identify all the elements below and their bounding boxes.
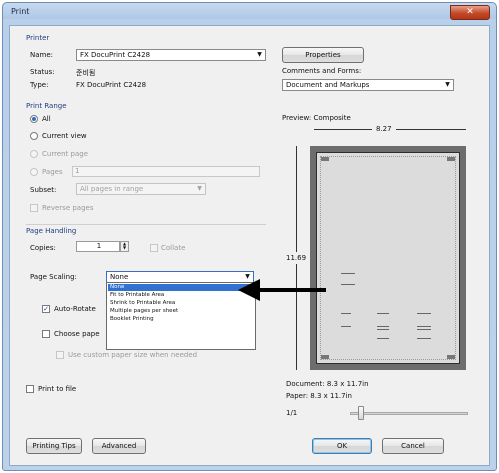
reverse-pages-label: Reverse pages — [42, 204, 94, 212]
radio-all[interactable] — [30, 115, 38, 123]
registration-mark — [447, 355, 455, 359]
copies-label: Copies: — [30, 244, 56, 252]
preview-pane — [310, 146, 466, 370]
page-scaling-value: None — [110, 273, 129, 281]
scaling-option-shrink[interactable]: Shrink to Printable Area — [108, 300, 254, 307]
annotation-arrow-icon — [238, 279, 326, 301]
auto-rotate-label: Auto-Rotate — [54, 305, 96, 313]
page-handling-group-label: Page Handling — [26, 227, 77, 235]
preview-page — [316, 152, 460, 364]
chevron-down-icon: ▼ — [445, 81, 450, 88]
page-content-block — [341, 273, 355, 285]
printer-name-value: FX DocuPrint C2428 — [80, 51, 151, 59]
comments-forms-value: Document and Markups — [286, 81, 370, 89]
page-slider-thumb[interactable] — [358, 406, 364, 420]
advanced-button[interactable]: Advanced — [92, 438, 146, 454]
scaling-option-fit[interactable]: Fit to Printable Area — [108, 292, 254, 299]
subset-select[interactable]: All pages in range ▼ — [76, 183, 206, 195]
collate-checkbox[interactable] — [150, 244, 158, 252]
copies-input[interactable]: 1 — [76, 241, 120, 252]
cancel-button[interactable]: Cancel — [382, 438, 444, 454]
printer-type-label: Type: — [30, 81, 49, 89]
paper-size: Paper: 8.3 x 11.7in — [286, 392, 352, 400]
scaling-option-multiple[interactable]: Multiple pages per sheet — [108, 308, 254, 315]
collate-label: Collate — [161, 244, 186, 252]
title-bar: Print ✕ — [3, 3, 496, 21]
radio-current-page[interactable] — [30, 150, 38, 158]
printer-group-label: Printer — [26, 34, 50, 42]
page-content-block — [377, 329, 389, 339]
subset-value: All pages in range — [80, 185, 144, 193]
properties-button[interactable]: Properties — [282, 47, 364, 63]
page-content-block — [341, 313, 351, 327]
print-dialog: Print ✕ Printer Name: FX DocuPrint C2428… — [2, 2, 497, 471]
printing-tips-button[interactable]: Printing Tips — [26, 438, 82, 454]
printer-name-label: Name: — [30, 51, 54, 59]
subset-label: Subset: — [30, 186, 57, 194]
comments-forms-label: Comments and Forms: — [282, 67, 362, 75]
chevron-down-icon: ▼ — [257, 51, 262, 58]
copies-stepper[interactable]: ▲ ▼ — [120, 241, 129, 252]
printer-type-value: FX DocuPrint C2428 — [76, 81, 147, 89]
printer-status-label: Status: — [30, 68, 55, 76]
ok-button[interactable]: OK — [312, 438, 372, 454]
page-counter: 1/1 — [286, 409, 298, 417]
auto-rotate-checkbox[interactable]: ✓ — [42, 305, 50, 313]
chevron-down-icon: ▼ — [197, 185, 202, 192]
pages-input[interactable]: 1 — [72, 166, 260, 177]
document-size: Document: 8.3 x 11.7in — [286, 380, 369, 388]
choose-paper-label: Choose pape — [54, 330, 100, 338]
height-dimension: 11.69 — [286, 252, 307, 264]
radio-current-view-label: Current view — [42, 132, 87, 140]
registration-mark — [321, 157, 329, 161]
width-dimension: 8.27 — [372, 125, 396, 133]
comments-forms-select[interactable]: Document and Markups ▼ — [282, 79, 454, 91]
print-range-group-label: Print Range — [26, 102, 67, 110]
radio-current-page-label: Current page — [42, 150, 88, 158]
page-content-block — [417, 329, 431, 339]
divider — [26, 224, 266, 225]
close-button[interactable]: ✕ — [450, 5, 490, 20]
reverse-pages-checkbox[interactable] — [30, 204, 38, 212]
registration-mark — [321, 355, 329, 359]
page-scaling-label: Page Scaling: — [30, 273, 77, 281]
page-scaling-dropdown: None Fit to Printable Area Shrink to Pri… — [106, 282, 256, 350]
preview-label: Preview: Composite — [282, 114, 351, 122]
printer-status-value: 준비됨 — [76, 69, 96, 77]
custom-paper-checkbox[interactable] — [56, 351, 64, 359]
registration-mark — [447, 157, 455, 161]
window-title: Print — [11, 7, 30, 16]
radio-all-label: All — [42, 115, 51, 123]
radio-pages[interactable] — [30, 168, 38, 176]
print-to-file-label: Print to file — [38, 385, 77, 393]
dialog-client: Printer Name: FX DocuPrint C2428 ▼ Statu… — [9, 25, 490, 466]
choose-paper-checkbox[interactable] — [42, 330, 50, 338]
page-content-block — [377, 313, 389, 327]
printer-name-select[interactable]: FX DocuPrint C2428 ▼ — [76, 49, 266, 61]
page-slider-track[interactable] — [350, 412, 468, 415]
page-content-block — [417, 313, 431, 327]
radio-pages-label: Pages — [42, 168, 63, 176]
scaling-option-none[interactable]: None — [108, 284, 254, 291]
custom-paper-label: Use custom paper size when needed — [68, 351, 198, 359]
scaling-option-booklet[interactable]: Booklet Printing — [108, 316, 254, 323]
radio-current-view[interactable] — [30, 132, 38, 140]
spin-down-icon: ▼ — [122, 245, 127, 250]
print-to-file-checkbox[interactable] — [26, 385, 34, 393]
